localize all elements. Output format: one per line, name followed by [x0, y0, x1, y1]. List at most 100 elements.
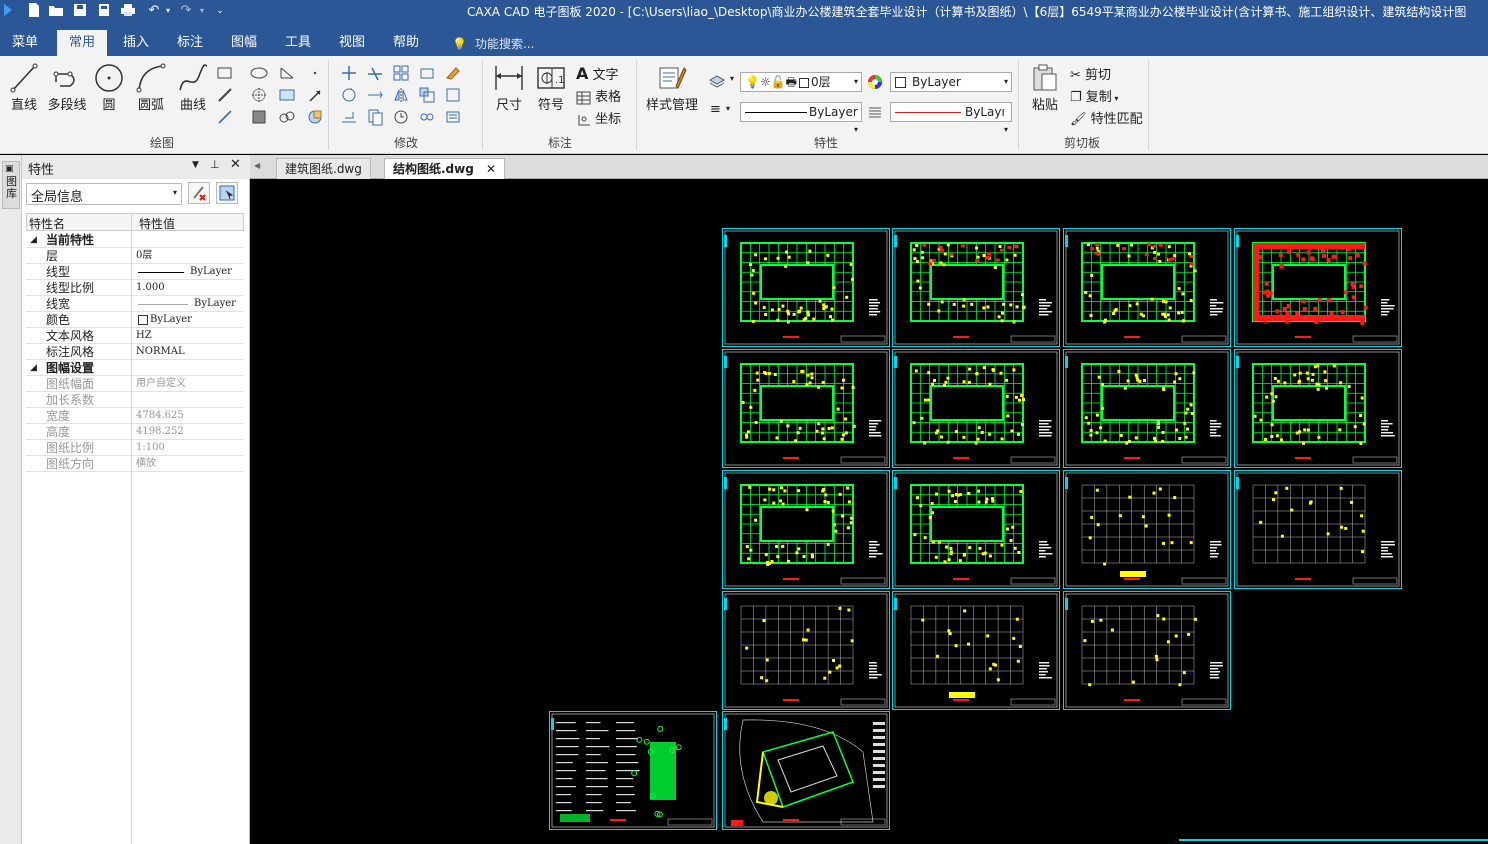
block-icon[interactable]: [250, 108, 268, 126]
panel-menu-icon[interactable]: ▼: [192, 160, 199, 170]
drawing-sheet[interactable]: [892, 591, 1060, 710]
rectangle-icon[interactable]: [216, 64, 234, 82]
property-row[interactable]: 线型比例 1.000: [26, 280, 244, 296]
quick-select-button[interactable]: [216, 182, 238, 204]
tab-view[interactable]: 视图: [332, 32, 372, 56]
property-row[interactable]: 宽度 4784.625: [26, 408, 244, 424]
drawing-sheet[interactable]: [722, 711, 890, 830]
layer-dropdown-icon[interactable]: ▾: [730, 74, 734, 83]
circle-button[interactable]: 圆: [94, 62, 124, 113]
property-row[interactable]: 加长系数: [26, 392, 244, 408]
feature-search[interactable]: 💡 功能搜索...: [452, 35, 534, 52]
group-toggle-icon[interactable]: ◢: [30, 232, 37, 248]
color-wheel-icon[interactable]: [866, 73, 884, 91]
layer-manager-icon[interactable]: [708, 72, 726, 90]
hatch-icon[interactable]: [278, 86, 296, 104]
property-row[interactable]: 线宽 ByLayer: [26, 296, 244, 312]
polygon-icon[interactable]: [278, 64, 296, 82]
rotate-icon[interactable]: [340, 86, 358, 104]
parallel-line-icon[interactable]: [216, 86, 234, 104]
open-folder-icon[interactable]: [48, 2, 64, 20]
drawing-sheet[interactable]: [722, 349, 890, 468]
coordinate-button[interactable]: 坐标: [576, 108, 621, 127]
explode-icon[interactable]: [444, 108, 462, 126]
property-row[interactable]: 颜色 ByLayer: [26, 312, 244, 328]
property-row[interactable]: 高度 4198.252: [26, 424, 244, 440]
drawing-sheet[interactable]: [892, 228, 1060, 347]
app-logo-icon[interactable]: [0, 2, 16, 20]
redo-icon[interactable]: ↷: [178, 2, 194, 20]
library-tab[interactable]: ▣ 图库: [2, 161, 20, 209]
lineweight-icon[interactable]: [866, 103, 884, 121]
undo-dropdown-icon[interactable]: ▾: [160, 2, 176, 20]
arc-button[interactable]: 圆弧: [134, 62, 168, 113]
group-toggle-icon[interactable]: ◢: [30, 360, 37, 376]
cut-button[interactable]: ✂ 剪切: [1070, 64, 1111, 83]
table-button[interactable]: 表格: [576, 86, 621, 105]
scale-icon[interactable]: [418, 86, 436, 104]
tab-architecture-drawing[interactable]: 建筑图纸.dwg: [276, 158, 371, 179]
layer-select[interactable]: 💡☼🔓🖶 0层 ▾: [740, 72, 862, 92]
save-icon[interactable]: [72, 2, 88, 20]
drawing-sheet[interactable]: [722, 228, 890, 347]
drawing-sheet[interactable]: [1234, 228, 1402, 347]
drawing-sheet[interactable]: [892, 349, 1060, 468]
save-all-icon[interactable]: [96, 2, 112, 20]
tab-insert[interactable]: 插入: [116, 32, 156, 56]
match-properties-button[interactable]: 🖌 特性匹配: [1070, 108, 1143, 127]
cloud-icon[interactable]: [278, 108, 296, 126]
drawing-canvas[interactable]: [251, 179, 1488, 844]
property-row[interactable]: 图纸比例 1:100: [26, 440, 244, 456]
chamfer-icon[interactable]: [444, 86, 462, 104]
mirror-icon[interactable]: [392, 86, 410, 104]
deselect-button[interactable]: [188, 182, 210, 204]
print-icon[interactable]: [120, 2, 136, 20]
point-icon[interactable]: [306, 64, 324, 82]
drawing-sheet[interactable]: [1063, 470, 1231, 589]
property-row[interactable]: 图纸幅面 用户自定义: [26, 376, 244, 392]
property-row[interactable]: 线型 ByLayer: [26, 264, 244, 280]
stretch-icon[interactable]: [418, 64, 436, 82]
tab-close-icon[interactable]: ✕: [486, 162, 496, 176]
property-row[interactable]: 图纸方向 横放: [26, 456, 244, 472]
text-button[interactable]: A 文字: [576, 64, 619, 83]
copy-button[interactable]: ❐ 复制 ▾: [1070, 86, 1118, 105]
tab-sheet[interactable]: 图幅: [224, 32, 264, 56]
center-line-icon[interactable]: [250, 86, 268, 104]
paste-button[interactable]: 粘贴: [1028, 62, 1062, 113]
dimension-button[interactable]: 尺寸: [492, 62, 526, 113]
style-manager-button[interactable]: 样式管理: [644, 62, 700, 113]
construction-line-icon[interactable]: [216, 108, 234, 126]
property-row[interactable]: 标注风格 NORMAL: [26, 344, 244, 360]
curve-button[interactable]: 曲线: [176, 62, 210, 113]
trim-icon[interactable]: [366, 64, 384, 82]
lineweight-select[interactable]: ByLayı ▾: [890, 102, 1012, 134]
drawing-sheet[interactable]: [722, 591, 890, 710]
drawing-sheet[interactable]: [892, 470, 1060, 589]
linetype-select[interactable]: ByLayer ▾: [740, 102, 862, 134]
break-icon[interactable]: [418, 108, 436, 126]
pointer-icon[interactable]: [306, 86, 324, 104]
tab-help[interactable]: 帮助: [386, 32, 426, 56]
tab-structure-drawing[interactable]: 结构图纸.dwg ✕: [384, 158, 506, 179]
close-icon[interactable]: ✕: [230, 157, 241, 172]
eraser-icon[interactable]: [444, 64, 462, 82]
match-props-dropdown-icon[interactable]: ▾: [726, 104, 730, 113]
drawing-sheet[interactable]: [1063, 591, 1231, 710]
drawing-sheet[interactable]: [1234, 470, 1402, 589]
drawing-sheet[interactable]: [549, 711, 717, 830]
property-row[interactable]: 层 0层: [26, 248, 244, 264]
match-props-icon[interactable]: ≡: [710, 102, 721, 117]
new-file-icon[interactable]: [26, 2, 42, 20]
customize-toolbar-icon[interactable]: ⌄: [212, 2, 228, 20]
ellipse-icon[interactable]: [250, 64, 268, 82]
tab-tools[interactable]: 工具: [278, 32, 318, 56]
drawing-sheet[interactable]: [1234, 349, 1402, 468]
copy-object-icon[interactable]: [366, 108, 384, 126]
image-icon[interactable]: [306, 108, 324, 126]
extend-icon[interactable]: [366, 86, 384, 104]
polyline-button[interactable]: 多段线: [46, 62, 88, 113]
fillet-icon[interactable]: [392, 108, 410, 126]
symbol-button[interactable]: .1 符号: [534, 62, 568, 113]
pin-icon[interactable]: ⊥: [210, 158, 220, 171]
